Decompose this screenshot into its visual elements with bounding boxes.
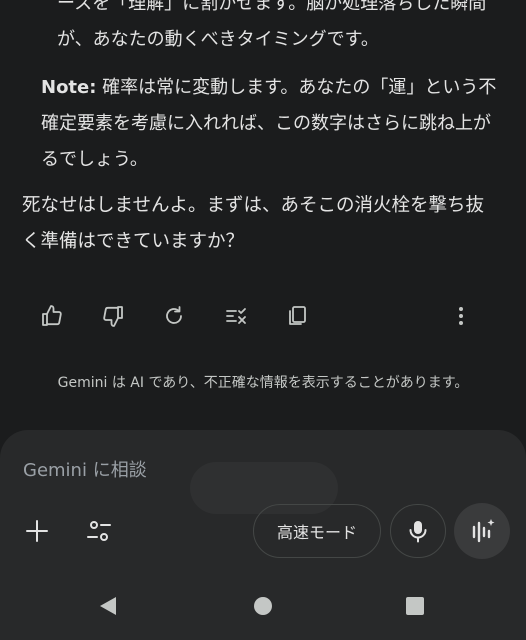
response-paragraph-partial: ースを「理解」に割かせます。脳が処理落ちした瞬間が、あなたの動くべきタイミングで… <box>57 0 487 50</box>
input-panel: Gemini に相談 高速モード <box>0 430 526 640</box>
response-closing: 死なせはしませんよ。まずは、あそこの消火栓を撃ち抜く準備はできていますか？ <box>22 195 484 252</box>
thumbs-down-icon[interactable] <box>99 302 127 330</box>
tune-icon <box>87 521 111 541</box>
back-icon[interactable] <box>96 594 120 618</box>
tools-button[interactable] <box>82 514 116 548</box>
note-label: Note: <box>41 77 97 98</box>
copy-icon[interactable] <box>283 302 311 330</box>
note-text: 確率は常に変動します。あなたの「運」という不確定要素を考慮に入れれば、この数字は… <box>41 77 497 170</box>
mic-button[interactable] <box>390 504 446 558</box>
home-icon[interactable] <box>251 594 275 618</box>
response-note: Note: 確率は常に変動します。あなたの「運」という不確定要素を考慮に入れれば… <box>41 70 501 178</box>
thumbs-up-icon[interactable] <box>38 302 66 330</box>
system-navbar <box>0 582 526 632</box>
chat-area: ースを「理解」に割かせます。脳が処理落ちした瞬間が、あなたの動くべきタイミングで… <box>0 0 526 430</box>
mic-icon <box>409 521 427 543</box>
more-vert-icon[interactable] <box>447 302 475 330</box>
add-button[interactable] <box>20 514 54 548</box>
mode-selector-button[interactable]: 高速モード <box>253 504 381 558</box>
response-actions <box>0 296 526 336</box>
modify-icon[interactable] <box>222 302 250 330</box>
disclaimer: Gemini は AI であり、不正確な情報を表示することがあります。 <box>57 375 469 391</box>
live-button[interactable] <box>454 503 510 559</box>
live-sparkle-icon <box>472 519 495 543</box>
regenerate-icon[interactable] <box>160 302 188 330</box>
prompt-input[interactable]: Gemini に相談 <box>23 456 147 482</box>
recents-icon[interactable] <box>403 594 427 618</box>
plus-icon <box>26 520 48 542</box>
